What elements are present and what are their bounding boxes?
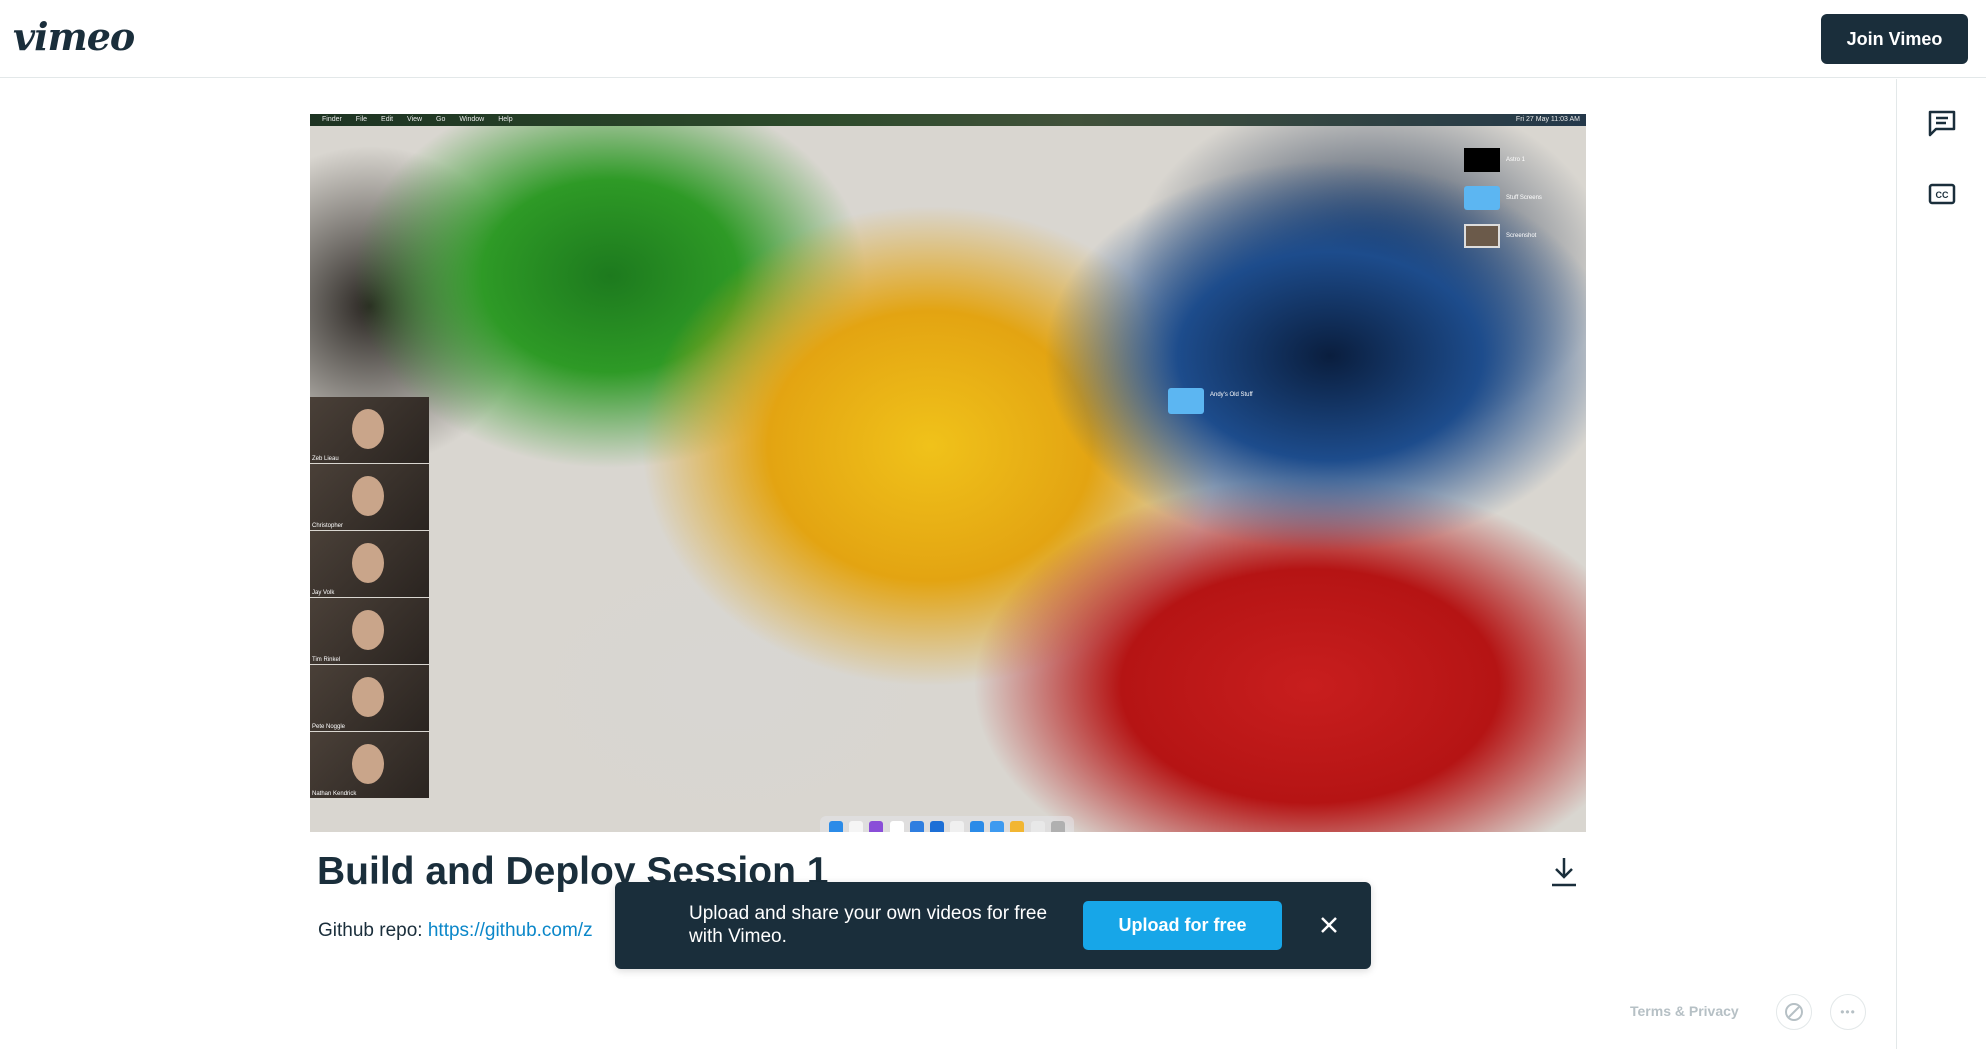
participant-tile: Pete Noggle xyxy=(310,665,429,731)
desktop-item: Astro 1 xyxy=(1464,148,1574,172)
participant-strip: Zeb Lieau Christopher Jay Volk Tim Rinke… xyxy=(310,397,430,799)
dock-zoom-icon xyxy=(970,821,985,832)
desktop-item: Screenshot xyxy=(1464,224,1574,248)
participant-tile: Christopher xyxy=(310,464,429,530)
participant-name: Zeb Lieau xyxy=(312,456,339,462)
menubar-item: Help xyxy=(498,116,513,123)
vimeo-logo[interactable]: vimeo xyxy=(13,14,135,59)
join-vimeo-button[interactable]: Join Vimeo xyxy=(1821,14,1968,64)
participant-name: Christopher xyxy=(312,523,344,529)
dock-app-icon xyxy=(849,821,864,832)
banner-text: Upload and share your own videos for fre… xyxy=(689,903,1048,947)
menubar-item: Go xyxy=(436,116,446,123)
cc-label: CC xyxy=(1936,190,1949,200)
participant-tile: Zeb Lieau xyxy=(310,397,429,463)
more-options-button[interactable]: ••• xyxy=(1830,994,1866,1030)
desktop-items: Astro 1 Stuff Screens Screenshot xyxy=(1464,148,1574,262)
desktop-item: Stuff Screens xyxy=(1464,186,1574,210)
desk-folder-label: Andy's Old Stuff xyxy=(1210,392,1253,398)
dock-app-icon xyxy=(990,821,1005,832)
participant-face xyxy=(352,543,384,583)
menubar-item: Edit xyxy=(381,116,394,123)
dock-app-icon xyxy=(929,821,944,832)
theme-toggle-button[interactable] xyxy=(1776,994,1812,1030)
folder-icon xyxy=(1168,388,1204,414)
item-label: Astro 1 xyxy=(1506,157,1526,163)
comment-icon[interactable] xyxy=(1926,107,1958,139)
video-desktop-wallpaper: Astro 1 Stuff Screens Screenshot Andy's … xyxy=(310,126,1586,832)
item-label: Stuff Screens xyxy=(1506,195,1542,201)
item-thumbnail xyxy=(1464,224,1500,248)
participant-face xyxy=(352,744,384,784)
dock-trash-icon xyxy=(1050,821,1065,832)
menubar-clock: Fri 27 May 11:03 AM xyxy=(1515,116,1580,123)
download-icon[interactable] xyxy=(1548,855,1580,889)
item-label: Screenshot xyxy=(1506,233,1537,239)
menubar-item: File xyxy=(355,116,368,123)
dock-calendar-icon xyxy=(950,821,965,832)
dock-app-icon xyxy=(1010,821,1025,832)
dock-finder-icon xyxy=(829,821,844,832)
dock-app-icon xyxy=(889,821,904,832)
participant-face xyxy=(352,610,384,650)
side-rail-divider xyxy=(1896,79,1897,1049)
video-mac-menubar: Finder File Edit View Go Window Help Fri… xyxy=(310,114,1586,126)
video-description: Github repo: https://github.com/z xyxy=(318,920,593,942)
menubar-item: Window xyxy=(459,116,485,123)
dock-folder-icon xyxy=(1030,821,1045,832)
upload-promo-banner: Upload and share your own videos for fre… xyxy=(615,882,1371,969)
menubar-item: Finder xyxy=(322,116,342,123)
participant-tile: Nathan Kendrick xyxy=(310,732,429,798)
dock-app-icon xyxy=(869,821,884,832)
top-header: vimeo Join Vimeo xyxy=(0,0,1986,78)
participant-name: Jay Volk xyxy=(312,590,335,596)
leaf-icon xyxy=(1785,1003,1803,1021)
folder-icon xyxy=(1464,186,1500,210)
participant-face xyxy=(352,409,384,449)
description-prefix: Github repo: xyxy=(318,920,428,941)
participant-name: Pete Noggle xyxy=(312,724,346,730)
participant-face xyxy=(352,677,384,717)
participant-tile: Tim Rinkel xyxy=(310,598,429,664)
participant-name: Nathan Kendrick xyxy=(312,791,357,797)
video-player[interactable]: Finder File Edit View Go Window Help Fri… xyxy=(310,114,1586,832)
close-icon[interactable] xyxy=(1316,912,1342,938)
participant-face xyxy=(352,476,384,516)
dock-app-icon xyxy=(909,821,924,832)
video-dock xyxy=(820,816,1074,832)
participant-name: Tim Rinkel xyxy=(312,657,341,663)
upload-for-free-button[interactable]: Upload for free xyxy=(1083,901,1282,950)
github-repo-link[interactable]: https://github.com/z xyxy=(428,920,593,941)
more-icon: ••• xyxy=(1840,1005,1856,1019)
item-thumbnail xyxy=(1464,148,1500,172)
closed-captions-icon[interactable]: CC xyxy=(1926,178,1958,210)
participant-tile: Jay Volk xyxy=(310,531,429,597)
terms-privacy-link[interactable]: Terms & Privacy xyxy=(1630,1003,1739,1019)
menubar-item: View xyxy=(407,116,423,123)
